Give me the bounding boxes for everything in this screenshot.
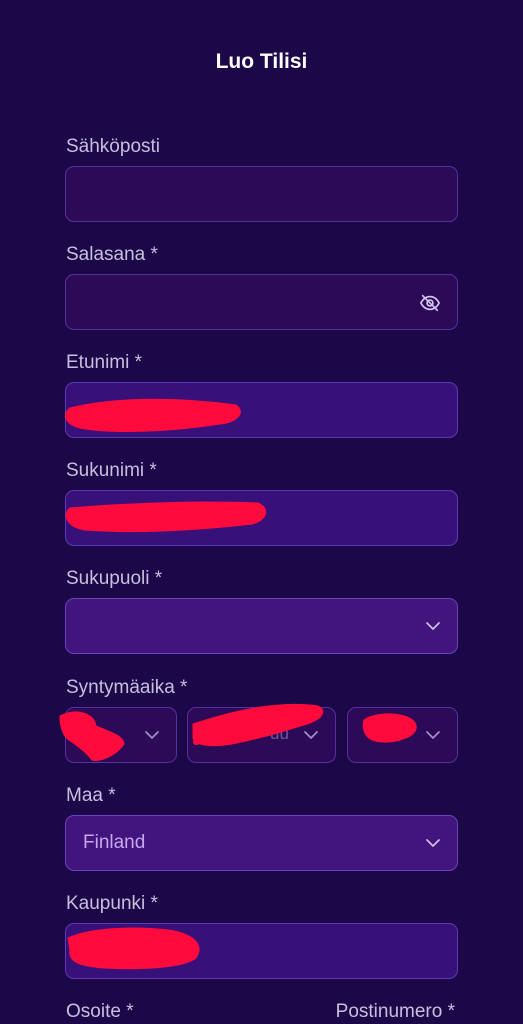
city-label: Kaupunki * (66, 893, 158, 914)
eye-slash-icon[interactable] (419, 292, 441, 314)
chevron-down-icon (304, 731, 318, 739)
address-label: Osoite * (66, 1001, 134, 1022)
chevron-down-icon (426, 622, 440, 630)
first-name-field[interactable] (65, 382, 458, 438)
country-value: Finland (83, 832, 146, 853)
gender-label: Sukupuoli * (66, 568, 163, 589)
last-name-label: Sukunimi * (66, 460, 157, 481)
create-account-page: Luo Tilisi Sähköposti Salasana * Etunimi… (0, 0, 523, 1024)
password-field[interactable] (65, 274, 458, 330)
gender-select[interactable] (65, 598, 458, 654)
email-label: Sähköposti (66, 136, 161, 157)
country-label: Maa * (66, 785, 116, 806)
password-label: Salasana * (66, 244, 158, 265)
birth-month-select[interactable]: uu (187, 707, 336, 763)
birth-year-select[interactable] (347, 707, 458, 763)
birth-month-value: uu (270, 724, 289, 743)
birth-day-select[interactable] (65, 707, 177, 763)
birthdate-label: Syntymäaika * (66, 677, 188, 698)
chevron-down-icon (426, 839, 440, 847)
page-title: Luo Tilisi (215, 50, 308, 73)
last-name-field[interactable] (65, 490, 458, 546)
city-field[interactable] (65, 923, 458, 979)
country-select[interactable]: Finland (65, 815, 458, 871)
chevron-down-icon (426, 731, 440, 739)
postal-code-label: Postinumero * (335, 1001, 455, 1022)
email-field[interactable] (65, 166, 458, 222)
chevron-down-icon (145, 731, 159, 739)
first-name-label: Etunimi * (66, 352, 143, 373)
